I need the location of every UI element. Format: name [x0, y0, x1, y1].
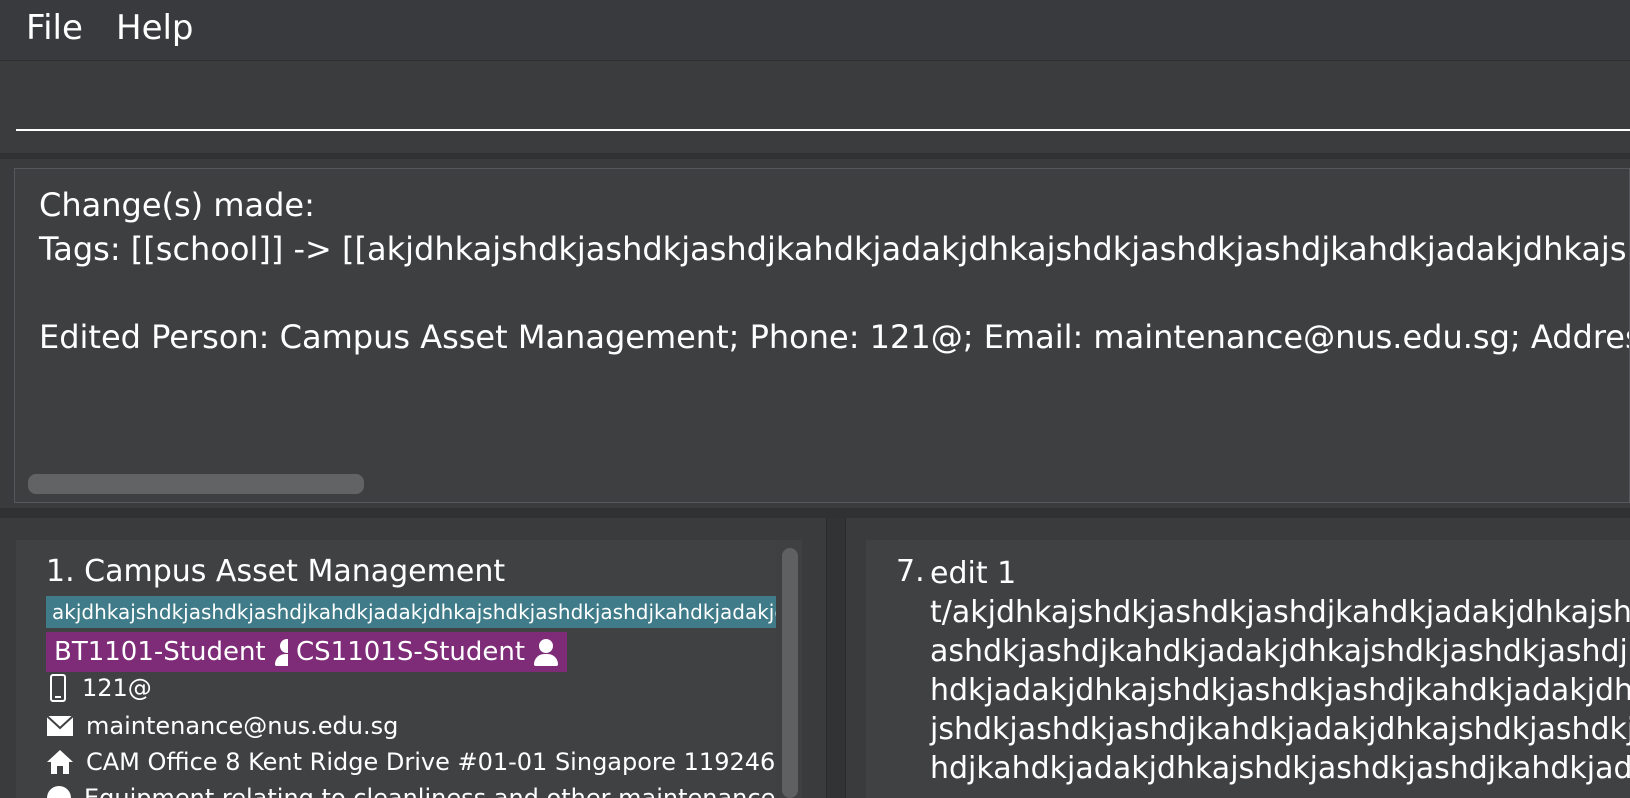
history-item[interactable]: 7. edit 1 t/akjdhkajshdkjashdkjashdjkahd… [866, 540, 1630, 798]
command-box [0, 61, 1630, 153]
person-name: 1. Campus Asset Management [46, 554, 506, 589]
email-text: maintenance@nus.edu.sg [86, 712, 399, 740]
phone-row: 121@ [46, 674, 152, 702]
home-icon [47, 750, 73, 774]
history-index: 7. [896, 554, 925, 589]
remark-text: Equipment relating to cleanliness and ot… [84, 784, 776, 798]
address-text: CAM Office 8 Kent Ridge Drive #01-01 Sin… [86, 748, 776, 776]
remark-row: Equipment relating to cleanliness and ot… [46, 784, 776, 798]
divider [0, 153, 1630, 159]
person-card[interactable]: 1. Campus Asset Management akjdhkajshdkj… [16, 540, 776, 798]
envelope-icon [46, 715, 74, 736]
phone-text: 121@ [82, 674, 152, 702]
divider [0, 508, 1630, 518]
result-horizontal-scrollbar[interactable] [28, 474, 364, 494]
list-scrollbar-thumb[interactable] [782, 548, 798, 798]
menu-file[interactable]: File [26, 8, 83, 48]
role-tag: CS1101S-Student [288, 632, 568, 672]
role-tag: BT1101-Student [46, 632, 308, 672]
role-tag-label: BT1101-Student [54, 637, 266, 667]
result-text: Change(s) made: Tags: [[school]] -> [[ak… [39, 186, 1629, 356]
person-icon [533, 637, 559, 667]
email-row: maintenance@nus.edu.sg [46, 712, 398, 740]
menu-bar: File Help [0, 0, 1630, 61]
tag-label: akjdhkajshdkjashdkjashdjkahdkjadakjdhkaj… [46, 596, 776, 628]
phone-icon [50, 674, 66, 702]
history-command-text: edit 1 t/akjdhkajshdkjashdkjashdjkahdkja… [930, 556, 1630, 786]
menu-help[interactable]: Help [116, 8, 194, 48]
role-tag-label: CS1101S-Student [296, 637, 526, 667]
address-row: CAM Office 8 Kent Ridge Drive #01-01 Sin… [46, 748, 775, 776]
split-pane-divider[interactable] [826, 518, 846, 798]
result-display: Change(s) made: Tags: [[school]] -> [[ak… [14, 168, 1630, 503]
circle-icon [47, 786, 71, 798]
command-input[interactable] [16, 91, 1630, 131]
